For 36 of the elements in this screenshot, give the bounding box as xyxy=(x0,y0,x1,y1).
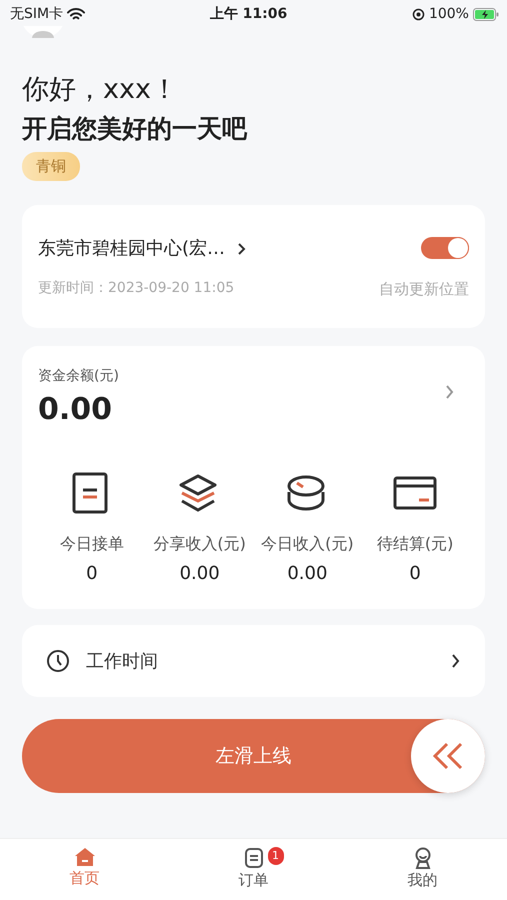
orientation-lock-icon xyxy=(412,8,425,20)
stat-label: 待结算(元) xyxy=(376,533,454,556)
stat-label: 今日收入(元) xyxy=(261,533,354,556)
status-time: 上午 11:06 xyxy=(210,4,288,24)
update-time-text: 更新时间：2023-09-20 11:05 xyxy=(38,278,234,298)
double-chevron-left-icon[interactable] xyxy=(431,742,465,770)
clock-icon xyxy=(46,649,70,674)
balance-amount: 0.00 xyxy=(38,391,114,430)
greeting-subtitle: 开启您美好的一天吧 xyxy=(22,114,248,144)
work-time-row[interactable]: 工作时间 xyxy=(22,625,485,698)
work-time-label: 工作时间 xyxy=(86,650,159,674)
battery-charging-icon xyxy=(472,8,499,20)
chevron-right-icon[interactable] xyxy=(445,384,455,400)
stat-value: 0.00 xyxy=(287,562,328,586)
chevron-right-icon xyxy=(236,242,247,256)
home-icon xyxy=(74,847,96,867)
tab-item[interactable]: 我的 xyxy=(338,839,507,900)
stat-value: 0 xyxy=(409,562,421,586)
address-link[interactable]: 东莞市碧桂园中心(宏… xyxy=(38,234,247,262)
battery-percent: 100% xyxy=(428,4,469,24)
stat-value: 0.00 xyxy=(180,562,220,586)
stat-value: 0 xyxy=(86,562,98,586)
document-icon xyxy=(244,847,264,869)
stat-label: 分享收入(元) xyxy=(153,533,246,556)
notification-count: 1 xyxy=(268,847,284,865)
stat-label: 今日接单 xyxy=(60,533,124,556)
chevron-right-icon xyxy=(451,653,461,670)
auto-update-label: 自动更新位置 xyxy=(379,278,469,300)
greeting-text: 你好，xxx！ xyxy=(22,74,179,106)
balance-label: 资金余额(元) xyxy=(38,367,119,386)
person-icon xyxy=(412,847,432,869)
wifi-icon xyxy=(67,8,86,20)
carrier-text: 无SIM卡 xyxy=(10,4,64,24)
auto-update-toggle[interactable] xyxy=(421,237,469,260)
tab-item[interactable]: 订单 1 xyxy=(169,839,338,900)
level-badge: 青铜 xyxy=(22,152,80,181)
